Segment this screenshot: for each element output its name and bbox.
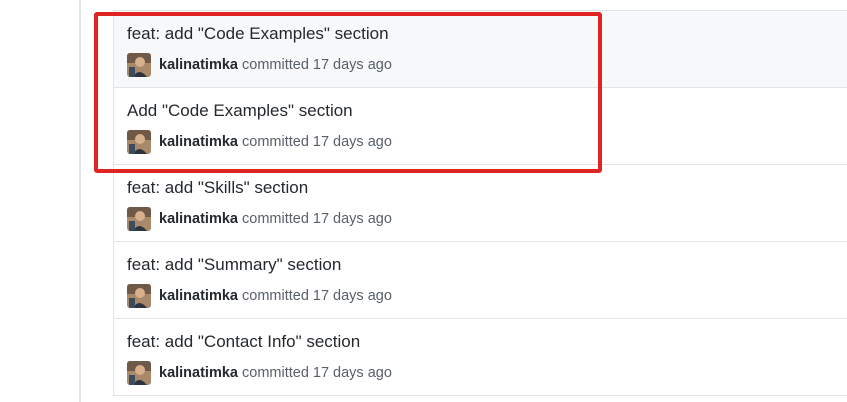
committed-label: committed: [242, 134, 309, 150]
commit-row[interactable]: feat: add "Skills" section kalinatimka c…: [114, 165, 847, 242]
relative-time: 17 days ago: [312, 365, 392, 381]
author-avatar[interactable]: [127, 130, 151, 154]
avatar-photo-icon: [127, 207, 151, 231]
avatar-photo-icon: [127, 130, 151, 154]
committed-label: committed: [242, 211, 309, 227]
commit-title-link[interactable]: feat: add "Code Examples" section: [127, 24, 389, 44]
avatar-photo-icon: [127, 361, 151, 385]
author-avatar[interactable]: [127, 284, 151, 308]
commit-title-link[interactable]: Add "Code Examples" section: [127, 101, 353, 121]
author-link[interactable]: kalinatimka: [159, 211, 238, 227]
author-avatar[interactable]: [127, 53, 151, 77]
relative-time: 17 days ago: [312, 57, 392, 73]
author-link[interactable]: kalinatimka: [159, 365, 238, 381]
commit-title-link[interactable]: feat: add "Summary" section: [127, 255, 341, 275]
author-link[interactable]: kalinatimka: [159, 134, 238, 150]
avatar-photo-icon: [127, 53, 151, 77]
commit-row[interactable]: feat: add "Contact Info" section kalinat…: [114, 319, 847, 396]
relative-time: 17 days ago: [312, 211, 392, 227]
committed-label: committed: [242, 57, 309, 73]
commit-row[interactable]: Add "Code Examples" section kalinatimka …: [114, 88, 847, 165]
author-avatar[interactable]: [127, 207, 151, 231]
commit-title-link[interactable]: feat: add "Contact Info" section: [127, 332, 360, 352]
commit-meta: kalinatimka committed 17 days ago: [127, 207, 392, 231]
commit-meta: kalinatimka committed 17 days ago: [127, 130, 392, 154]
commit-meta: kalinatimka committed 17 days ago: [127, 53, 392, 77]
commit-history-page: feat: add "Code Examples" section kalina…: [0, 0, 847, 402]
committed-label: committed: [242, 288, 309, 304]
relative-time: 17 days ago: [312, 134, 392, 150]
author-avatar[interactable]: [127, 361, 151, 385]
author-link[interactable]: kalinatimka: [159, 288, 238, 304]
commit-meta: kalinatimka committed 17 days ago: [127, 284, 392, 308]
commit-title-link[interactable]: feat: add "Skills" section: [127, 178, 308, 198]
commit-meta: kalinatimka committed 17 days ago: [127, 361, 392, 385]
commit-row[interactable]: feat: add "Summary" section kalinatimka …: [114, 242, 847, 319]
timeline-line: [79, 0, 81, 402]
committed-label: committed: [242, 365, 309, 381]
commit-row[interactable]: feat: add "Code Examples" section kalina…: [114, 11, 847, 88]
commit-list: feat: add "Code Examples" section kalina…: [113, 10, 847, 396]
relative-time: 17 days ago: [312, 288, 392, 304]
author-link[interactable]: kalinatimka: [159, 57, 238, 73]
avatar-photo-icon: [127, 284, 151, 308]
